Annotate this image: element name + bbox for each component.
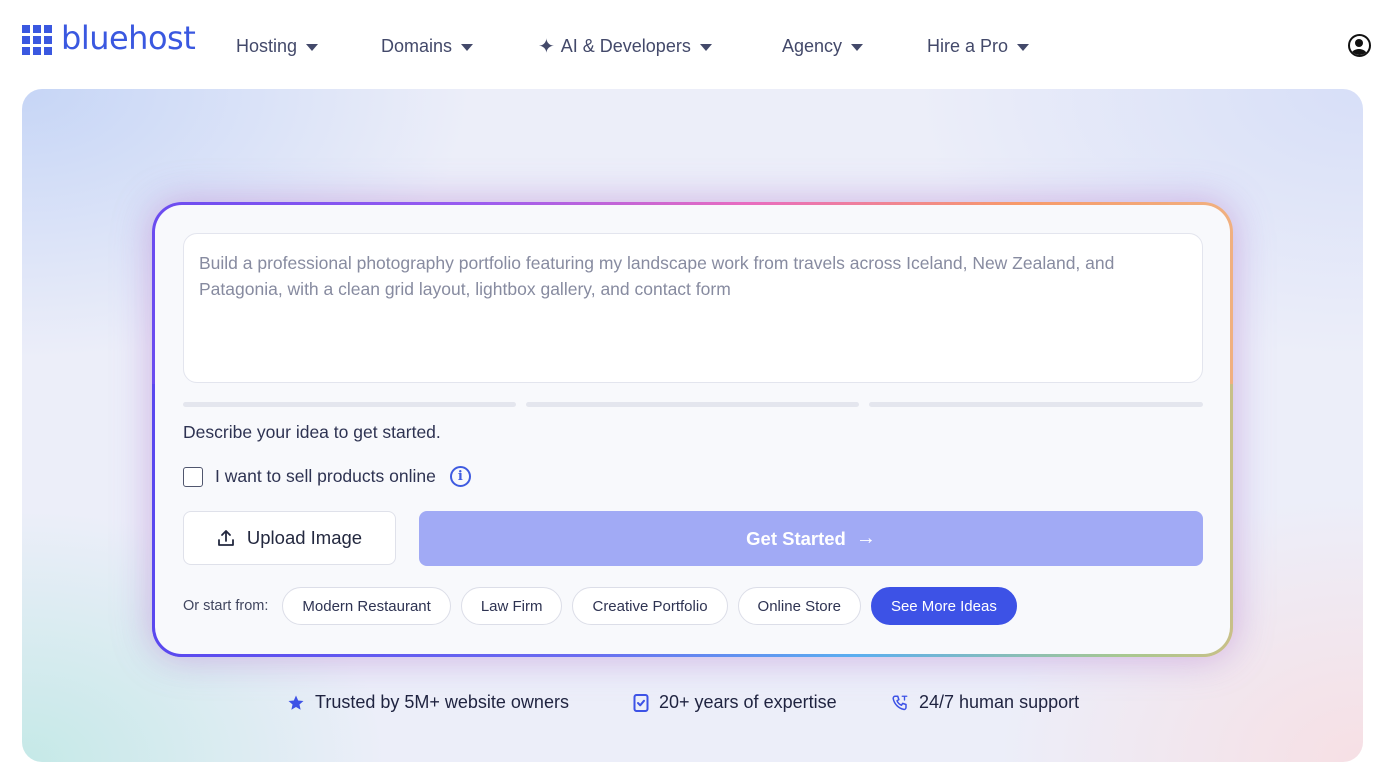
nav-ai-developers[interactable]: ✦ AI & Developers <box>538 36 712 57</box>
nav-domains[interactable]: Domains <box>381 36 474 57</box>
info-icon[interactable]: i <box>449 466 471 487</box>
chevron-down-icon <box>1017 44 1030 51</box>
sell-products-checkbox[interactable] <box>183 466 203 487</box>
logo-text: bluehost <box>61 19 196 57</box>
idea-prompt-textarea[interactable]: Build a professional photography portfol… <box>183 233 1203 383</box>
start-from-ideas: Or start from: Modern Restaurant Law Fir… <box>183 587 1027 625</box>
idea-chip-law-firm[interactable]: Law Firm <box>460 587 563 625</box>
idea-chip-modern-restaurant[interactable]: Modern Restaurant <box>282 587 451 625</box>
top-nav: bluehost Hosting Domains ✦ AI & Develope… <box>0 0 1382 90</box>
trust-support-label: 24/7 human support <box>919 692 1080 712</box>
nav-agency[interactable]: Agency <box>782 36 864 57</box>
sparkle-icon: ✦ <box>538 35 555 58</box>
helper-text: Describe your idea to get started. <box>183 422 441 442</box>
trust-item-support: 24/7 human support <box>891 692 1079 713</box>
upload-image-label: Upload Image <box>246 527 363 548</box>
idea-chip-creative-portfolio[interactable]: Creative Portfolio <box>572 587 728 625</box>
badge-check-icon <box>633 693 649 712</box>
bluehost-logo[interactable]: bluehost <box>22 19 196 57</box>
chevron-down-icon <box>306 44 319 51</box>
get-started-button[interactable]: Get Started → <box>419 511 1203 566</box>
ai-builder-card: Build a professional photography portfol… <box>152 202 1233 657</box>
logo-grid-icon <box>22 25 52 55</box>
idea-chip-online-store[interactable]: Online Store <box>737 587 861 625</box>
progress-segment <box>526 402 859 407</box>
ideas-label: Or start from: <box>183 598 269 614</box>
trust-item-owners: Trusted by 5M+ website owners <box>287 692 569 713</box>
chevron-down-icon <box>699 44 712 51</box>
arrow-right-icon: → <box>855 527 876 549</box>
nav-agency-label: Agency <box>782 36 843 56</box>
trust-item-expertise: 20+ years of expertise <box>633 692 837 713</box>
nav-hire-a-pro-label: Hire a Pro <box>927 36 1009 56</box>
sell-products-label[interactable]: I want to sell products online <box>215 466 436 487</box>
chevron-down-icon <box>851 44 864 51</box>
upload-image-button[interactable]: Upload Image <box>183 511 396 565</box>
see-more-ideas-button[interactable]: See More Ideas <box>870 587 1017 625</box>
trust-owners-label: Trusted by 5M+ website owners <box>315 692 569 712</box>
chevron-down-icon <box>461 44 474 51</box>
star-icon <box>288 695 304 710</box>
get-started-label: Get Started <box>746 527 846 549</box>
nav-hosting-label: Hosting <box>236 36 298 56</box>
user-circle-icon[interactable] <box>1348 34 1371 57</box>
ai-builder-card-body: Build a professional photography portfol… <box>155 205 1230 654</box>
sell-products-option: I want to sell products online i <box>183 466 471 487</box>
progress-segment <box>183 402 516 407</box>
phone-icon <box>892 695 908 710</box>
upload-icon <box>218 530 234 546</box>
nav-hosting[interactable]: Hosting <box>236 36 319 57</box>
nav-domains-label: Domains <box>381 36 453 56</box>
trust-expertise-label: 20+ years of expertise <box>659 692 837 712</box>
nav-hire-a-pro[interactable]: Hire a Pro <box>927 36 1030 57</box>
idea-prompt-text: Build a professional photography portfol… <box>199 253 1115 299</box>
nav-ai-developers-label: AI & Developers <box>560 36 691 56</box>
progress-segment <box>869 402 1203 407</box>
